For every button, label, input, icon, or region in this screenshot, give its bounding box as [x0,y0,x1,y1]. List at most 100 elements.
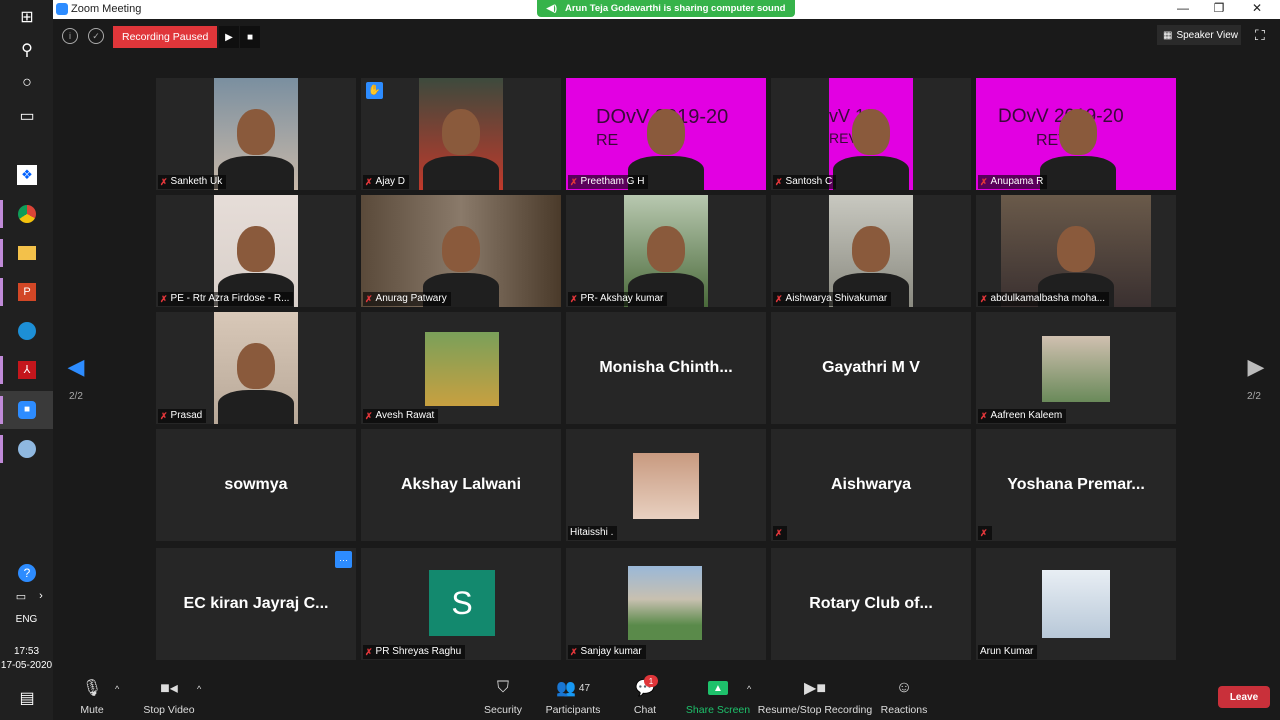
info-icon[interactable]: i [62,28,78,44]
more-options-icon[interactable]: ··· [335,551,352,568]
active-app-indicator [0,239,3,267]
chrome-icon[interactable] [14,201,40,227]
shield-icon: ⛉ [496,679,509,696]
participant-tile[interactable]: Akshay Lalwani [361,429,561,541]
stop-recording-button[interactable]: ■ [240,26,260,48]
cortana-icon[interactable]: ○ [14,70,40,96]
play-icon: ▶ [225,31,233,43]
participant-video: vV 19 REVI E [829,78,913,190]
active-app-indicator [0,356,3,384]
paint-icon[interactable] [14,436,40,462]
participant-name: Arun Kumar [980,646,1034,657]
participant-tile[interactable]: ✗ Prasad [156,312,356,424]
participant-video [214,195,298,307]
encryption-shield-icon[interactable]: ✓ [88,28,104,44]
participant-tile[interactable]: Rotary Club of... [771,548,971,660]
muted-mic-icon: ✗ [160,294,168,304]
chevron-right-icon: ▶ [1247,354,1265,379]
resume-stop-recording-button[interactable]: ▶■ Resume/Stop Recording [758,678,872,716]
participant-tile[interactable]: ✗ abdulkamalbasha moha... [976,195,1176,307]
participant-tile[interactable]: Gayathri M V [771,312,971,424]
chevron-right-icon[interactable]: › [28,583,54,609]
participant-tile[interactable]: S ✗ PR Shreyas Raghu [361,548,561,660]
participant-tile[interactable]: ✗ PR- Akshay kumar [566,195,766,307]
participant-tile[interactable]: ✋ ✗ Ajay D [361,78,561,190]
raised-hand-icon: ✋ [366,82,383,99]
acrobat-icon[interactable]: ⅄ [14,357,40,383]
edge-icon[interactable] [14,318,40,344]
sharing-banner-text: Arun Teja Godavarthi is sharing computer… [565,3,786,14]
chat-button[interactable]: 💬 1 Chat [631,675,659,716]
participant-tile[interactable]: Yoshana Premar... ✗ [976,429,1176,541]
participant-display-name: Gayathri M V [822,359,920,376]
task-view-icon[interactable]: ▭ [14,103,40,129]
speaker-view-button[interactable]: ▦ Speaker View [1157,25,1241,45]
video-options-caret[interactable]: ^ [197,684,201,694]
participant-name: PE - Rtr Azra Firdose - R... [170,293,290,304]
participant-tile[interactable]: ✗ Avesh Rawat [361,312,561,424]
share-options-caret[interactable]: ^ [747,684,751,694]
dropbox-icon[interactable]: ❖ [14,162,40,188]
language-indicator[interactable]: ENG [0,614,53,625]
muted-mic-icon: ✗ [365,177,373,187]
stop-video-label: Stop Video [143,704,195,716]
zoom-logo-icon [56,3,68,15]
participant-tile[interactable]: ✗ Aafreen Kaleem [976,312,1176,424]
page-indicator-right: 2/2 [1247,391,1261,402]
participant-tile[interactable]: ✗ Aishwarya Shivakumar [771,195,971,307]
participant-tile[interactable]: Aishwarya ✗ [771,429,971,541]
minimize-button[interactable]: — [1165,1,1201,18]
participant-tile[interactable]: ✗ Sanjay kumar [566,548,766,660]
participant-name-label: ✗ Ajay D [363,175,409,189]
notification-icon[interactable]: ▤ [14,685,40,711]
participant-tile[interactable]: ✗ Anurag Patwary [361,195,561,307]
participant-tile[interactable]: ✗ PE - Rtr Azra Firdose - R... [156,195,356,307]
share-screen-button[interactable]: ▲ Share Screen [686,678,750,716]
participant-display-name: Monisha Chinth... [599,359,733,376]
windows-start-icon[interactable]: ⊞ [14,4,40,30]
clock[interactable]: 17:53 17-05-2020 [0,645,53,673]
resume-stop-recording-label: Resume/Stop Recording [757,704,873,716]
participant-tile[interactable]: ✗ Sanketh Uk [156,78,356,190]
zoom-icon[interactable]: ■ [14,397,40,423]
previous-page-button[interactable]: ◀ [67,354,85,384]
active-app-indicator [0,396,3,424]
maximize-button[interactable]: ❐ [1201,1,1237,18]
participant-tile[interactable]: Hitaisshi . [566,429,766,541]
reactions-button[interactable]: ☺ Reactions [881,678,928,716]
participant-tile[interactable]: Monisha Chinth... [566,312,766,424]
leave-meeting-button[interactable]: Leave [1218,686,1270,708]
stop-video-button[interactable]: ■◂ Stop Video [143,678,195,716]
next-page-button[interactable]: ▶ [1247,354,1265,384]
participant-tile[interactable]: Arun Kumar [976,548,1176,660]
participant-tile[interactable]: EC kiran Jayraj C... ··· [156,548,356,660]
muted-mic-icon: ✗ [570,177,578,187]
participant-name-label: ✗ Preetham G H [568,175,649,189]
fullscreen-icon[interactable]: ⛶ [1255,27,1271,43]
resume-recording-button[interactable]: ▶ [219,26,239,48]
audio-options-caret[interactable]: ^ [115,684,119,694]
search-icon[interactable]: ⚲ [14,37,40,63]
participant-tile[interactable]: DOvV 2019-20 RE ✗ Preetham G H [566,78,766,190]
microphone-icon: 🎙 [81,680,103,697]
participant-tile[interactable]: vV 19 REVI E ✗ Santosh C [771,78,971,190]
active-app-indicator [0,200,3,228]
muted-mic-icon: ✗ [365,294,373,304]
window-title: Zoom Meeting [71,3,142,15]
chat-icon: 💬 1 [635,675,659,698]
virtual-background-text: vV 19 [829,106,876,126]
file-explorer-icon[interactable] [14,240,40,266]
profile-picture [425,332,499,406]
participants-button[interactable]: 👥 47 Participants [545,678,601,716]
security-button[interactable]: ⛉ Security [483,678,523,716]
participant-tile[interactable]: sowmya [156,429,356,541]
powerpoint-icon[interactable]: P [14,279,40,305]
participant-display-name: Yoshana Premar... [1007,476,1145,493]
mute-button[interactable]: 🎙 Mute [75,678,109,716]
participant-video [1001,195,1151,307]
muted-mic-icon: ✗ [980,177,988,187]
participant-tile[interactable]: DOvV 2019-20 REV ✗ Anupama R [976,78,1176,190]
participants-icon: 👥 [555,680,576,697]
close-button[interactable]: ✕ [1239,1,1275,18]
muted-mic-icon: ✗ [980,528,988,538]
